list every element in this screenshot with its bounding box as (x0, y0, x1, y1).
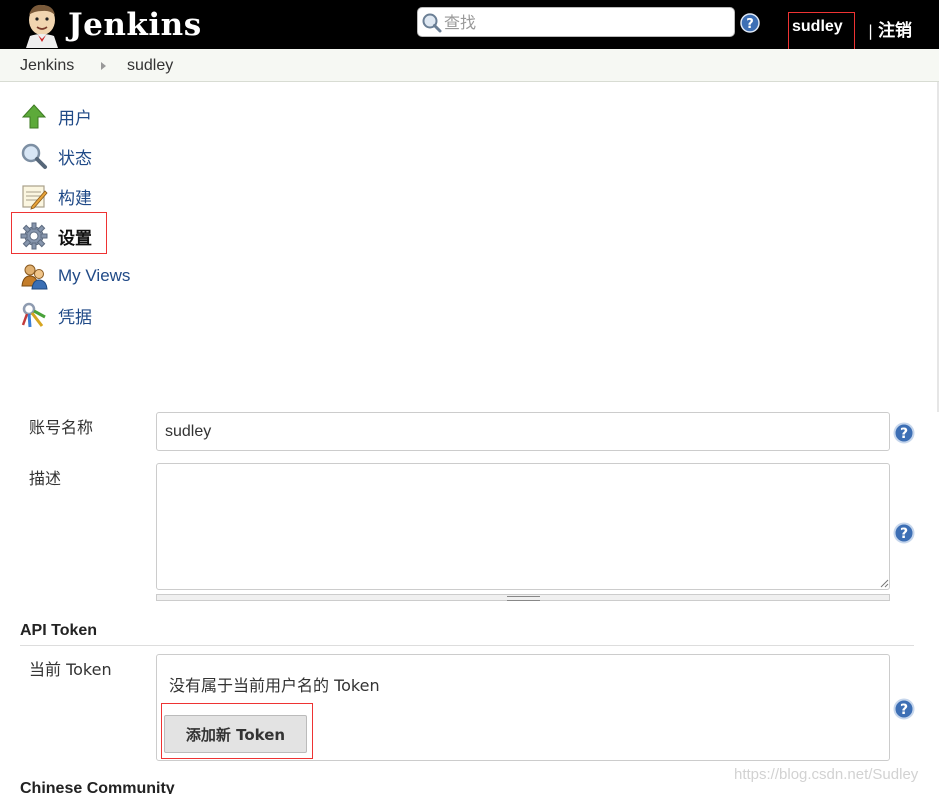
task-label[interactable]: 用户 (58, 104, 92, 129)
task-label[interactable]: My Views (58, 266, 130, 286)
textarea-resize-handle-icon[interactable] (879, 578, 889, 588)
app-title: Jenkins (68, 6, 202, 43)
up-arrow-icon (21, 104, 47, 129)
task-people[interactable]: 用户 (20, 100, 92, 132)
user-group-icon (21, 264, 48, 290)
current-user-link[interactable]: sudley (788, 12, 855, 53)
search-icon (422, 13, 442, 33)
description-help-icon[interactable]: ? (893, 522, 915, 544)
task-label[interactable]: 状态 (58, 144, 92, 169)
textarea-expand-handle[interactable] (156, 594, 890, 601)
fullname-label: 账号名称 (29, 418, 94, 437)
svg-text:?: ? (900, 426, 908, 442)
watermark-text: https://blog.csdn.net/Sudley (734, 766, 919, 783)
gear-icon (20, 222, 48, 250)
fullname-help-icon[interactable]: ? (893, 422, 915, 444)
top-header: Jenkins ? sudley |注销 (0, 0, 939, 53)
logout-link[interactable]: | 注销 (868, 16, 912, 41)
keys-icon (21, 302, 46, 328)
task-credentials[interactable]: 凭据 (20, 299, 92, 331)
task-label[interactable]: 设置 (58, 224, 92, 249)
description-textarea[interactable] (156, 463, 890, 590)
chinese-community-section-title: Chinese Community (20, 780, 175, 794)
breadcrumb-chevron-icon[interactable] (101, 62, 106, 70)
task-my-views[interactable]: My Views (20, 260, 130, 292)
api-token-section-title: API Token (20, 622, 98, 639)
token-help-icon[interactable]: ? (893, 698, 915, 720)
svg-text:?: ? (746, 17, 754, 32)
fullname-input[interactable] (156, 412, 890, 451)
search-input[interactable] (444, 11, 729, 33)
svg-text:?: ? (900, 526, 908, 542)
magnifier-icon (21, 143, 47, 169)
logout-separator: | (868, 22, 874, 40)
search-box[interactable] (417, 7, 735, 37)
breadcrumb: Jenkins sudley (0, 49, 939, 82)
logout-label[interactable]: 注销 (878, 21, 912, 41)
breadcrumb-item-jenkins[interactable]: Jenkins (20, 57, 74, 75)
search-help-icon[interactable]: ? (740, 13, 760, 33)
task-label[interactable]: 凭据 (58, 303, 92, 328)
section-divider (20, 645, 914, 646)
breadcrumb-item-user[interactable]: sudley (127, 57, 173, 75)
task-label[interactable]: 构建 (58, 184, 92, 209)
add-new-token-button[interactable]: 添加新 Token (164, 715, 307, 753)
task-builds[interactable]: 构建 (20, 180, 92, 212)
notepad-icon (22, 185, 48, 210)
current-token-label: 当前 Token (29, 660, 112, 679)
task-configure[interactable]: 设置 (20, 220, 92, 252)
jenkins-butler-icon (26, 4, 58, 48)
no-token-message: 没有属于当前用户名的 Token (169, 676, 380, 695)
description-label: 描述 (29, 469, 62, 488)
jenkins-logo[interactable]: Jenkins (20, 1, 202, 48)
svg-text:?: ? (900, 702, 908, 718)
task-status[interactable]: 状态 (20, 140, 92, 172)
